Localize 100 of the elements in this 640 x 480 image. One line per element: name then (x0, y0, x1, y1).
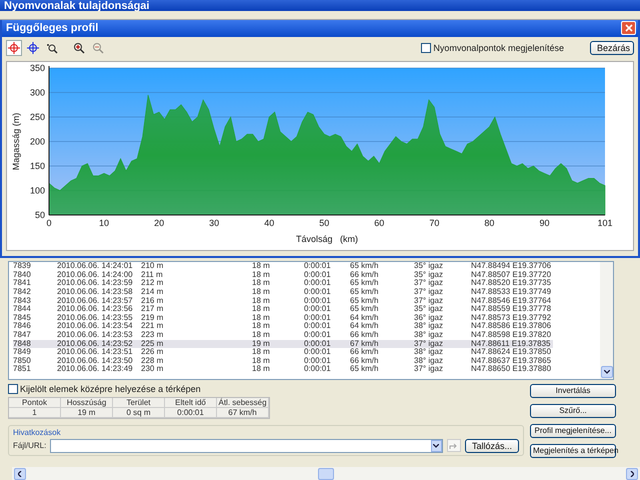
table-cell-text: N47.88546 E19.37764 (471, 296, 552, 305)
table-cell-text: 18 m (252, 305, 271, 314)
caret-icon (433, 444, 440, 448)
table-cell-text: 65 km/h (350, 279, 380, 288)
point-row[interactable]: 7845 2010.06.06. 14:23:55 219 m 18 m 0:00:01 64 km/h 36° igaz N47.88573 E19.37792 (13, 314, 553, 322)
table-cell-text: 7844 (13, 305, 32, 314)
x-tick-label: 70 (429, 218, 440, 228)
vertical-scrollbar[interactable] (600, 262, 613, 379)
table-cell-text: N47.88507 E19.37720 (471, 270, 552, 279)
horizontal-scrollbar[interactable] (12, 467, 640, 480)
zoom-area-icon (46, 42, 58, 54)
table-cell: 1 (9, 408, 61, 418)
point-row[interactable]: 7851 2010.06.06. 14:23:49 230 m 18 m 0:00:01 65 km/h 37° igaz N47.88650 E19.37880 (13, 365, 553, 374)
point-row[interactable]: 7846 2010.06.06. 14:23:54 221 m 18 m 0:00:01 64 km/h 38° igaz N47.88586 E19.37806 (13, 322, 553, 331)
table-cell-text: 2010.06.06. 14:24:00 (57, 270, 134, 279)
table-cell-text: 38° igaz (414, 330, 444, 340)
table-cell-text: 0:00:01 (304, 322, 332, 331)
table-cell-text: 211 m (141, 270, 164, 279)
table-cell-text: 37° igaz (414, 296, 444, 305)
table-cell-text: 36° igaz (414, 314, 444, 322)
table-cell-text: N47.88586 E19.37806 (471, 322, 552, 331)
table-cell-text: 65 km/h (350, 365, 380, 374)
table-cell-text: 37° igaz (414, 340, 444, 348)
column-header: Eltelt idő (165, 398, 217, 408)
table-cell-text: 2010.06.06. 14:23:55 (57, 314, 134, 322)
point-row[interactable]: 7839 2010.06.06. 14:24:01 210 m 18 m 0:00:01 65 km/h 35° igaz N47.88494 E19.37706 (13, 262, 553, 271)
center-selection-checkbox[interactable]: Kijelölt elemek középre helyezése a térképen (8, 384, 524, 394)
y-tick-label: 150 (30, 160, 45, 171)
close-icon (624, 24, 632, 32)
action-button[interactable]: Szűrő... (530, 404, 616, 418)
table-cell-text: 35° igaz (414, 262, 444, 271)
point-row[interactable]: 7848 2010.06.06. 14:23:52 225 m 19 m 0:00:01 67 km/h 37° igaz N47.88611 E19.37835 (13, 340, 553, 348)
table-cell-text: 7851 (13, 365, 32, 374)
point-row[interactable]: 7847 2010.06.06. 14:23:53 223 m 18 m 0:00:01 66 km/h 38° igaz N47.88598 E19.37820 (13, 330, 553, 340)
dropdown-button[interactable] (430, 440, 442, 452)
table-cell-text: N47.88520 E19.37735 (471, 279, 552, 288)
table-cell-text: 2010.06.06. 14:23:57 (57, 296, 134, 305)
table-cell-text: 212 m (141, 279, 164, 288)
table-cell-text: 64 km/h (350, 322, 380, 331)
y-tick-label: 250 (30, 112, 45, 122)
point-row[interactable]: 7843 2010.06.06. 14:23:57 216 m 18 m 0:00:01 65 km/h 37° igaz N47.88546 E19.37764 (13, 296, 553, 306)
browse-button[interactable]: Tallózás... (464, 438, 519, 453)
table-cell-text: 65 km/h (350, 288, 380, 297)
column-header: Átl. sebesség (217, 398, 269, 408)
close-dialog-button[interactable]: Bezárás (590, 40, 634, 55)
table-cell-text: 2010.06.06. 14:23:56 (57, 305, 134, 314)
table-cell-text: 18 m (252, 288, 271, 297)
table-cell-text: 7846 (13, 322, 32, 331)
table-cell-text: 2010.06.06. 14:23:59 (57, 279, 134, 288)
window-title: Nyomvonalak tulajdonságai (4, 2, 150, 11)
table-cell-text: 19 m (252, 340, 271, 348)
table-cell-text: 65 km/h (350, 296, 380, 305)
x-tick-label: 101 (597, 218, 613, 228)
action-button[interactable]: Invertálás (530, 384, 616, 398)
table-cell-text: 18 m (252, 330, 271, 340)
table-cell-text: 0:00:01 (304, 296, 332, 305)
table-cell-text: 7840 (13, 270, 32, 279)
point-row[interactable]: 7842 2010.06.06. 14:23:58 214 m 18 m 0:00:01 65 km/h 37° igaz N47.88533 E19.37749 (13, 288, 553, 297)
point-row[interactable]: 7849 2010.06.06. 14:23:51 226 m 18 m 0:00:01 66 km/h 38° igaz N47.88624 E19.37850 (13, 348, 553, 357)
scrollbar-thumb[interactable] (318, 468, 334, 480)
table-cell-text: N47.88637 E19.37865 (471, 356, 552, 365)
table-cell-text: 7841 (13, 279, 32, 288)
table-cell-text: 18 m (252, 322, 271, 331)
url-field[interactable] (50, 438, 443, 453)
table-cell-text: 37° igaz (414, 279, 444, 288)
tool-button[interactable] (25, 40, 41, 56)
zoom-out-icon (92, 42, 104, 54)
table-cell-text: 7850 (13, 356, 32, 365)
table-cell-text: 0:00:01 (304, 262, 332, 271)
show-points-checkbox[interactable]: Nyomvonalpontok megjelenítése (421, 42, 564, 53)
table-cell-text: 2010.06.06. 14:23:54 (57, 322, 134, 331)
field-label: Fájl/URL: (13, 441, 46, 450)
table-cell-text: 0:00:01 (304, 348, 332, 357)
table-cell-text: 0:00:01 (304, 365, 332, 374)
column-header: Hosszúság (61, 398, 113, 408)
table-cell-text: 7842 (13, 288, 32, 297)
close-button[interactable] (621, 21, 636, 36)
table-cell: 0:00:01 (165, 408, 217, 418)
dialog-title: Függőleges profil (6, 22, 100, 34)
x-tick-label: 80 (484, 218, 494, 228)
group-title: Hivatkozások (13, 428, 62, 437)
point-row[interactable]: 7850 2010.06.06. 14:23:50 228 m 18 m 0:00:01 66 km/h 38° igaz N47.88637 E19.37865 (13, 356, 553, 366)
point-row[interactable]: 7840 2010.06.06. 14:24:00 211 m 18 m 0:00:01 66 km/h 35° igaz N47.88507 E19.37720 (13, 270, 553, 280)
y-tick-label: 100 (30, 185, 45, 196)
tool-button[interactable] (6, 40, 22, 56)
crosshair-icon (27, 42, 39, 54)
table-cell-text: 0:00:01 (304, 340, 332, 348)
table-cell-text: 2010.06.06. 14:23:58 (57, 288, 134, 297)
x-tick-label: 10 (99, 218, 110, 228)
x-tick-label: 30 (209, 218, 220, 228)
point-row[interactable]: 7841 2010.06.06. 14:23:59 212 m 18 m 0:00:01 65 km/h 37° igaz N47.88520 E19.37735 (13, 279, 553, 288)
action-button[interactable]: Profil megjelenítése... (530, 424, 616, 438)
table-cell-text: 66 km/h (350, 270, 380, 279)
table-cell-text: 0:00:01 (304, 288, 332, 297)
y-axis-title: Magasság (m) (11, 112, 21, 170)
y-tick-label: 300 (30, 87, 45, 98)
table-cell: 67 km/h (217, 408, 269, 418)
point-row[interactable]: 7844 2010.06.06. 14:23:56 217 m 18 m 0:00:01 65 km/h 35° igaz N47.88559 E19.37778 (13, 305, 553, 314)
zoom-in-icon (73, 42, 85, 54)
table-cell-text: 0:00:01 (304, 305, 332, 314)
